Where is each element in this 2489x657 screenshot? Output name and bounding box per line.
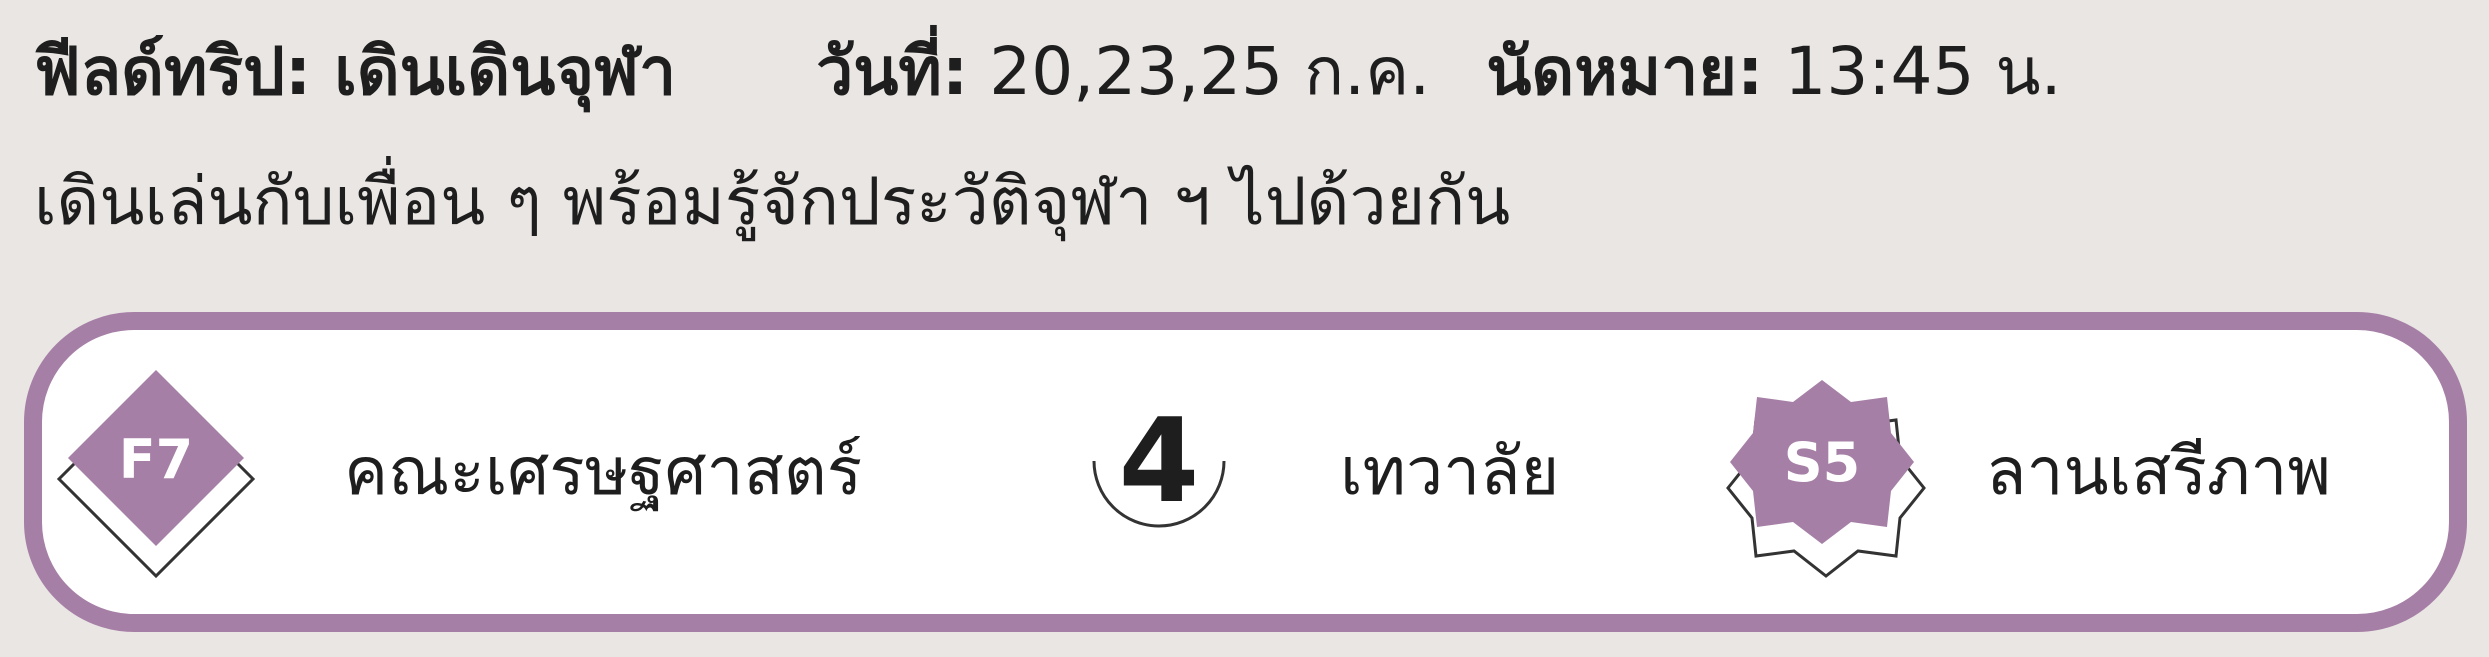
stop-code: S5 — [1784, 431, 1860, 494]
stop-freedom-square: S5 ลานเสรีภาพ — [42, 330, 2462, 614]
route-card: F7 คณะเศรษฐศาสตร์ 4 เทวาลัย S5 ลานเสรีภา… — [24, 312, 2467, 632]
header-row: ฟีลด์ทริป: เดินเดินจุฬา วันที่: 20,23,25 … — [34, 22, 2489, 122]
stop-name: ลานเสรีภาพ — [1986, 433, 2331, 510]
appointment-value: 13:45 น. — [1784, 33, 2062, 110]
date-label: วันที่: — [816, 33, 969, 110]
appointment-label: นัดหมาย: — [1486, 33, 1764, 110]
trip-description: เดินเล่นกับเพื่อน ๆ พร้อมรู้จักประวัติจุ… — [34, 163, 1511, 240]
trip-title: ฟีลด์ทริป: เดินเดินจุฬา — [34, 33, 677, 110]
date-value: 20,23,25 ก.ค. — [989, 33, 1431, 110]
star-icon: S5 — [1726, 380, 1926, 578]
